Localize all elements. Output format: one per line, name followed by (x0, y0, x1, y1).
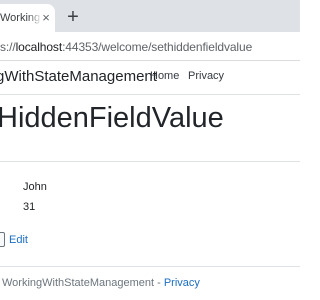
footer-divider (0, 266, 300, 267)
site-navbar: gWithStateManagement Home Privacy (0, 61, 300, 94)
browser-tabstrip: WorkingW × + (0, 0, 300, 32)
content-divider (0, 161, 300, 162)
navbar-brand[interactable]: gWithStateManagement (0, 68, 157, 85)
browser-tab[interactable]: WorkingW × (0, 4, 55, 32)
nav-link-home[interactable]: Home (150, 70, 179, 82)
footer-privacy-link[interactable]: Privacy (164, 277, 200, 289)
url-host: localhost (15, 40, 63, 54)
close-icon[interactable]: × (40, 11, 52, 24)
name-value: John (23, 181, 47, 193)
address-bar[interactable]: s://localhost:44353/welcome/sethiddenfie… (0, 40, 252, 54)
edit-icon[interactable] (0, 232, 5, 247)
browser-toolbar: s://localhost:44353/welcome/sethiddenfie… (0, 32, 300, 60)
edit-link[interactable]: Edit (9, 234, 28, 246)
navbar-divider (0, 94, 300, 95)
new-tab-icon[interactable]: + (64, 6, 82, 28)
url-path: :44353/welcome/sethiddenfieldvalue (62, 40, 253, 54)
nav-link-privacy[interactable]: Privacy (188, 70, 224, 82)
url-prefix: s:// (0, 40, 16, 54)
footer-text: WorkingWithStateManagement - (2, 277, 164, 289)
page-title: HiddenFieldValue (0, 102, 224, 134)
age-value: 31 (23, 201, 36, 213)
site-footer: WorkingWithStateManagement - Privacy (2, 277, 200, 289)
